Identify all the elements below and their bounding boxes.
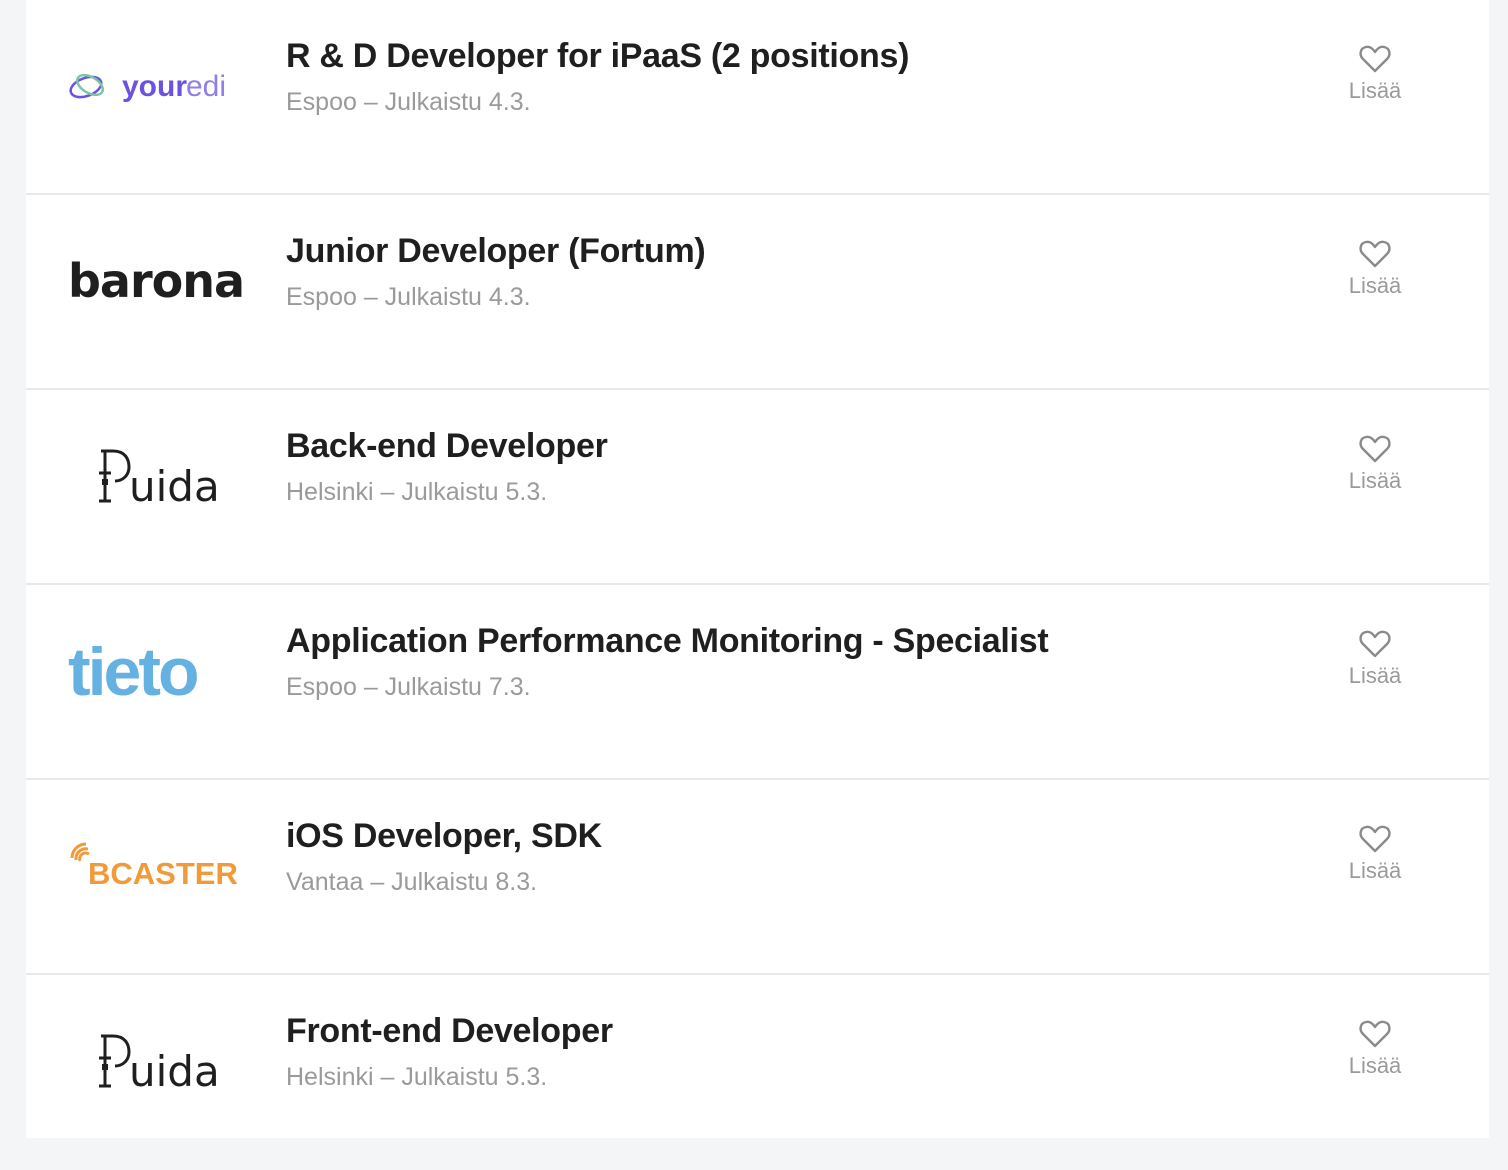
favorite-label: Lisää: [1348, 78, 1402, 103]
heart-icon: [1359, 240, 1391, 268]
job-title[interactable]: Back-end Developer: [286, 427, 608, 466]
favorite-button[interactable]: Lisää: [1336, 44, 1414, 124]
favorite-label: Lisää: [1348, 663, 1402, 688]
favorite-label: Lisää: [1348, 273, 1402, 298]
job-listing[interactable]: BCASTER iOS Developer, SDK Vantaa – Julk…: [26, 780, 1489, 975]
heart-icon: [1359, 45, 1391, 73]
heart-icon: [1359, 1020, 1391, 1048]
tieto-logo: tieto: [68, 635, 244, 705]
job-list: your edi R & D Developer for iPaaS (2 po…: [26, 0, 1489, 1138]
job-title[interactable]: Front-end Developer: [286, 1012, 613, 1051]
puida-logo: uida: [68, 1025, 244, 1095]
favorite-button[interactable]: Lisää: [1336, 629, 1414, 709]
svg-text:uida: uida: [129, 462, 220, 507]
job-title[interactable]: R & D Developer for iPaaS (2 positions): [286, 37, 909, 76]
heart-icon: [1359, 630, 1391, 658]
svg-text:BCASTER: BCASTER: [88, 856, 238, 890]
heart-icon: [1359, 435, 1391, 463]
job-meta: Helsinki – Julkaistu 5.3.: [286, 1063, 548, 1091]
job-title[interactable]: iOS Developer, SDK: [286, 817, 602, 856]
favorite-label: Lisää: [1348, 1053, 1402, 1078]
svg-text:tieto: tieto: [68, 637, 197, 703]
job-listing[interactable]: uida Back-end Developer Helsinki – Julka…: [26, 390, 1489, 585]
job-listing[interactable]: your edi R & D Developer for iPaaS (2 po…: [26, 0, 1489, 195]
job-meta: Espoo – Julkaistu 4.3.: [286, 283, 531, 311]
favorite-button[interactable]: Lisää: [1336, 1019, 1414, 1099]
job-meta: Espoo – Julkaistu 4.3.: [286, 88, 531, 116]
svg-text:barona: barona: [68, 255, 244, 305]
favorite-label: Lisää: [1348, 468, 1402, 493]
job-meta: Vantaa – Julkaistu 8.3.: [286, 868, 538, 896]
favorite-label: Lisää: [1348, 858, 1402, 883]
favorite-button[interactable]: Lisää: [1336, 434, 1414, 514]
job-listing[interactable]: barona Junior Developer (Fortum) Espoo –…: [26, 195, 1489, 390]
job-title[interactable]: Application Performance Monitoring - Spe…: [286, 622, 1049, 661]
favorite-button[interactable]: Lisää: [1336, 824, 1414, 904]
svg-text:your: your: [122, 70, 187, 103]
barona-logo: barona: [68, 245, 244, 315]
youredi-logo: your edi: [68, 50, 244, 120]
favorite-button[interactable]: Lisää: [1336, 239, 1414, 319]
bcaster-logo: BCASTER: [68, 830, 244, 900]
job-listing[interactable]: uida Front-end Developer Helsinki – Julk…: [26, 975, 1489, 1170]
job-meta: Espoo – Julkaistu 7.3.: [286, 673, 531, 701]
job-meta: Helsinki – Julkaistu 5.3.: [286, 478, 548, 506]
svg-text:edi: edi: [186, 70, 226, 103]
puida-logo: uida: [68, 440, 244, 510]
heart-icon: [1359, 825, 1391, 853]
job-listing[interactable]: tieto Application Performance Monitoring…: [26, 585, 1489, 780]
svg-text:uida: uida: [129, 1047, 220, 1092]
job-title[interactable]: Junior Developer (Fortum): [286, 232, 706, 271]
